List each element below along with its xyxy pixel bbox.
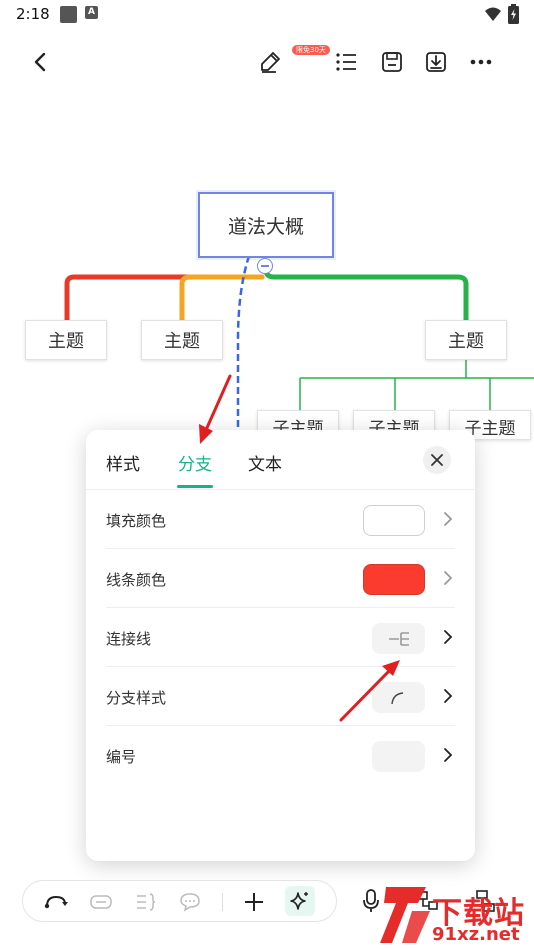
comment-bubble-icon xyxy=(180,893,200,912)
add-button[interactable] xyxy=(241,889,267,915)
app-screen: 2:18 A 限免30天 道法大概 主题 主题 主题 子主题 子主题 子主题 样… xyxy=(0,0,534,950)
arrow-to-branch-tab xyxy=(204,374,232,432)
watermark-logo xyxy=(380,887,430,943)
toolbar-separator xyxy=(222,893,223,911)
summary-bracket-icon xyxy=(137,893,156,911)
undo-button[interactable] xyxy=(43,889,69,915)
summary-button[interactable] xyxy=(133,889,159,915)
topic-icon xyxy=(90,895,112,909)
microphone-icon xyxy=(363,889,379,912)
sparkle-icon xyxy=(290,892,308,910)
watermark-url: 91xz.net xyxy=(432,924,520,945)
comment-button[interactable] xyxy=(177,889,203,915)
plus-icon xyxy=(245,893,263,911)
annotation-arrows xyxy=(199,374,400,722)
ai-button[interactable] xyxy=(285,886,315,916)
undo-curve-icon xyxy=(44,895,68,909)
topic-insert-button[interactable] xyxy=(88,889,114,915)
bottom-toolbar xyxy=(22,880,337,922)
arrow-to-connector xyxy=(339,668,392,722)
